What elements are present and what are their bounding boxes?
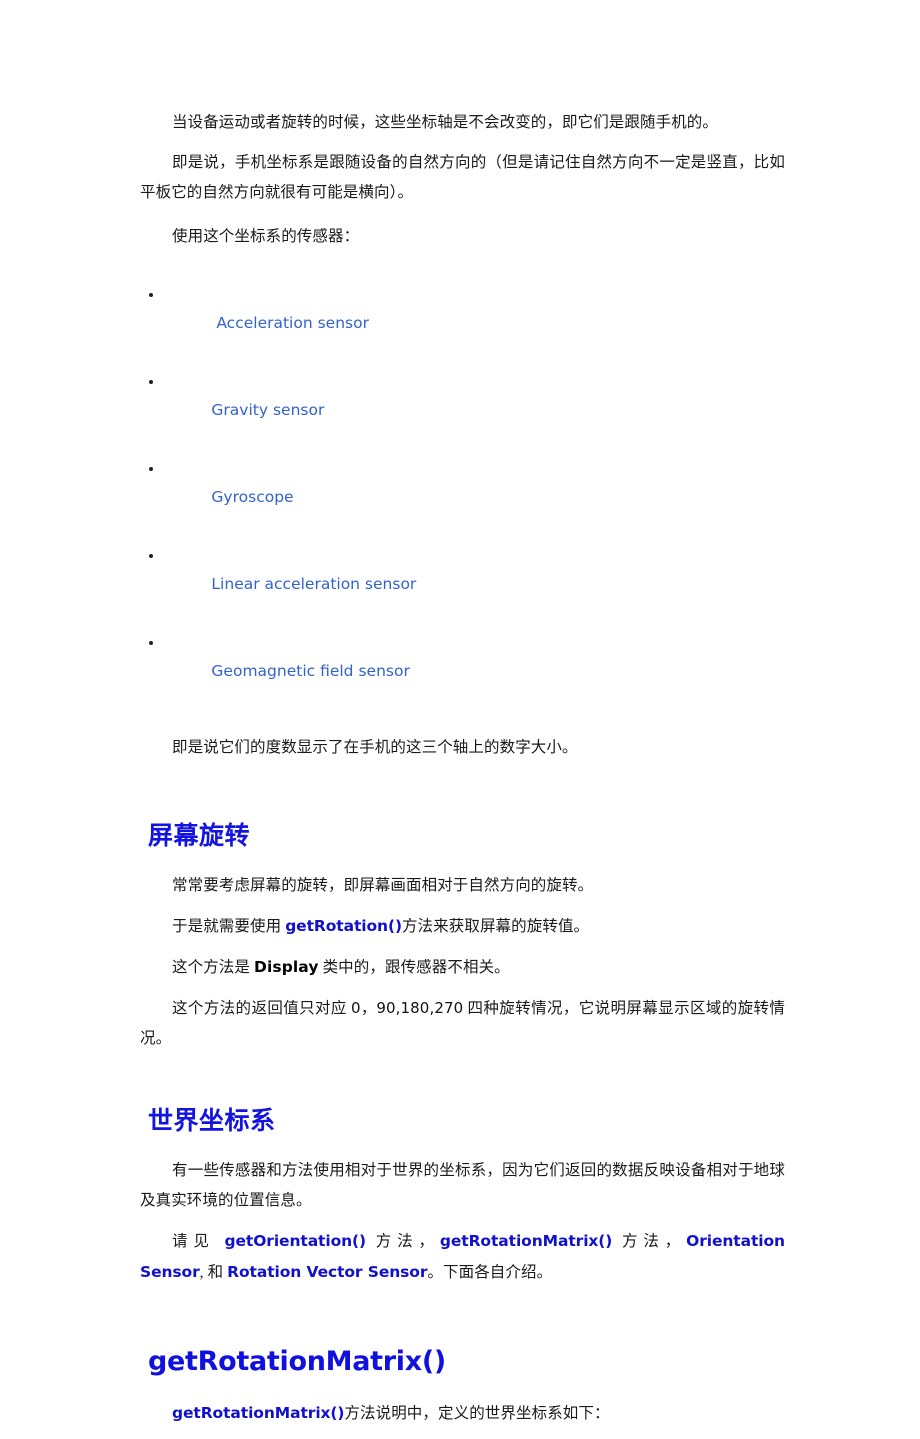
code-link-get-rotation-matrix-inline[interactable]: getRotationMatrix()	[172, 1404, 345, 1422]
heading-get-rotation-matrix: getRotationMatrix()	[148, 1346, 446, 1377]
text-run-prefix: 于是就需要使用	[172, 918, 286, 935]
paragraph-get-rotation: 于是就需要使用 getRotation()方法来获取屏幕的旋转值。	[140, 911, 785, 942]
list-item[interactable]: Acceleration sensor	[140, 280, 785, 367]
spacer-after-heading-screen-rotation	[140, 853, 785, 871]
bullet-icon	[149, 628, 154, 657]
paragraph-natural-direction: 即是说，手机坐标系是跟随设备的自然方向的（但是请记住自然方向不一定是竖直，比如平…	[140, 154, 785, 201]
code-link-get-rotation[interactable]: getRotation()	[285, 917, 402, 935]
list-item[interactable]: Gravity sensor	[140, 367, 785, 454]
paragraph-matrix-description: getRotationMatrix()方法说明中，定义的世界坐标系如下：	[140, 1398, 785, 1429]
sensor-list: Acceleration sensor Gravity sensor Gyros…	[140, 280, 785, 715]
bullet-icon	[149, 280, 154, 309]
content-column: 当设备运动或者旋转的时候，这些坐标轴是不会改变的，即它们是跟随手机的。 即是说，…	[140, 108, 785, 1439]
paragraph-sensors-intro: 使用这个坐标系的传感器：	[172, 228, 360, 245]
paragraph-screen-rotation-intro: 常常要考虑屏幕的旋转，即屏幕画面相对于自然方向的旋转。	[172, 877, 594, 894]
heading-screen-rotation: 屏幕旋转	[148, 821, 251, 850]
list-item[interactable]: Linear acceleration sensor	[140, 541, 785, 628]
document-page: 当设备运动或者旋转的时候，这些坐标轴是不会改变的，即它们是跟随手机的。 即是说，…	[0, 0, 920, 1422]
paragraph-see-also: 请见 getOrientation() 方法，getRotationMatrix…	[140, 1226, 785, 1288]
text-run-prefix: 这个方法的返回值只对应	[172, 1000, 352, 1017]
sensor-link-acceleration[interactable]: Acceleration sensor	[211, 314, 369, 332]
text-run-suffix: 方法说明中，定义的世界坐标系如下：	[344, 1405, 610, 1422]
bullet-icon	[149, 367, 154, 396]
spacer-after-heading-world-coords	[140, 1138, 785, 1156]
code-display: Display	[253, 958, 319, 976]
bullet-icon	[149, 541, 154, 570]
code-link-get-rotation-matrix[interactable]: getRotationMatrix()	[440, 1232, 613, 1250]
paragraph-return-values: 这个方法的返回值只对应 0，90,180,270 四种旋转情况，它说明屏幕显示区…	[140, 993, 785, 1054]
spacer-before-heading-screen-rotation	[140, 773, 785, 819]
rotation-values: 0，90,180,270	[351, 999, 464, 1017]
list-item[interactable]: Geomagnetic field sensor	[140, 628, 785, 715]
paragraph-world-coordinates: 有一些传感器和方法使用相对于世界的坐标系，因为它们返回的数据反映设备相对于地球及…	[140, 1162, 785, 1209]
sensor-link-gyroscope[interactable]: Gyroscope	[211, 488, 293, 506]
text-run-mid-2: 方法，	[612, 1233, 687, 1250]
spacer-after-list	[140, 715, 785, 733]
text-run-suffix: 类中的，跟传感器不相关。	[318, 959, 510, 976]
text-run-mid-1: 方法，	[366, 1233, 440, 1250]
sensor-link-gravity[interactable]: Gravity sensor	[211, 401, 324, 419]
sensor-link-linear-acceleration[interactable]: Linear acceleration sensor	[211, 575, 416, 593]
spacer-before-heading-matrix	[140, 1298, 785, 1344]
bullet-icon	[149, 454, 154, 483]
heading-world-coordinate-system: 世界坐标系	[148, 1106, 276, 1135]
text-run-suffix: 方法来获取屏幕的旋转值。	[401, 918, 590, 935]
code-link-get-orientation[interactable]: getOrientation()	[224, 1232, 366, 1250]
paragraph-axes-fixed: 当设备运动或者旋转的时候，这些坐标轴是不会改变的，即它们是跟随手机的。	[172, 114, 719, 131]
sensor-link-geomagnetic-field[interactable]: Geomagnetic field sensor	[211, 662, 409, 680]
spacer-before-list	[140, 262, 785, 280]
link-rotation-vector-sensor[interactable]: Rotation Vector Sensor	[227, 1263, 427, 1281]
paragraph-degrees-note: 即是说它们的度数显示了在手机的这三个轴上的数字大小。	[172, 739, 578, 756]
text-run-mid-3: , 和	[199, 1264, 228, 1281]
paragraph-display-class: 这个方法是 Display 类中的，跟传感器不相关。	[140, 952, 785, 983]
spacer-after-heading-matrix	[140, 1380, 785, 1398]
text-run-prefix: 请见	[172, 1233, 225, 1250]
spacer-before-heading-world-coords	[140, 1064, 785, 1104]
text-run-suffix: 。下面各自介绍。	[427, 1264, 553, 1281]
text-run-prefix: 这个方法是	[172, 959, 254, 976]
list-item[interactable]: Gyroscope	[140, 454, 785, 541]
